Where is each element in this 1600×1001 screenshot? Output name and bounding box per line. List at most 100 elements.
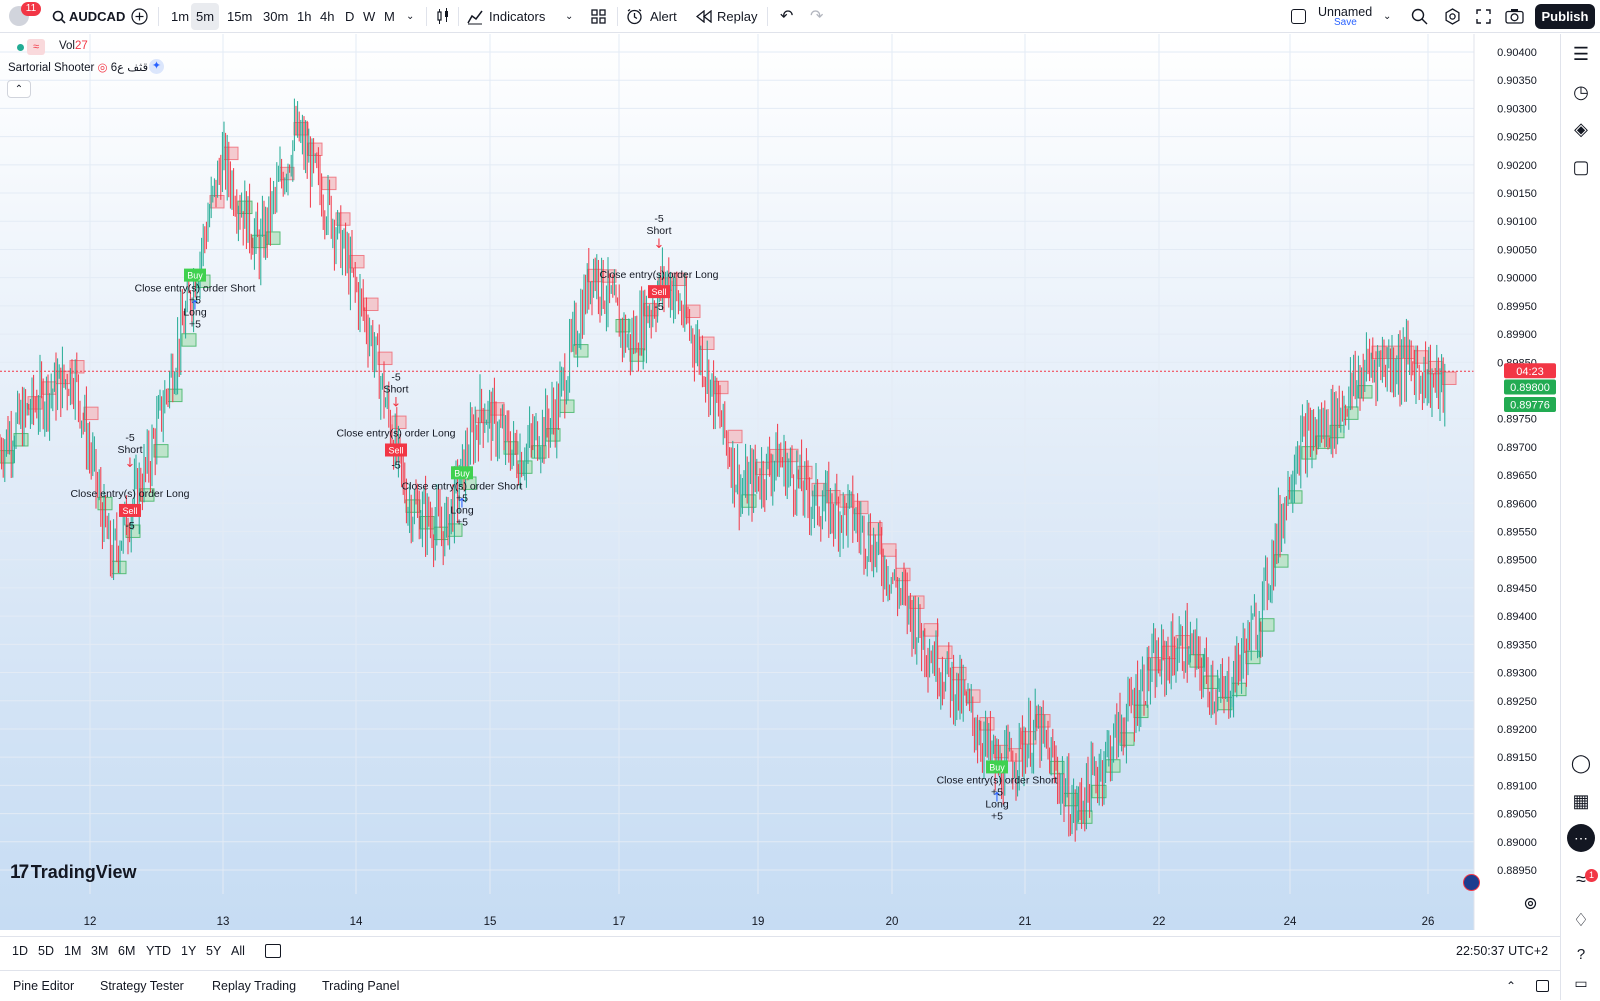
timeframe-chevron-down-icon[interactable]: ⌄: [406, 0, 414, 33]
layers-icon[interactable]: ◈: [1570, 118, 1592, 140]
price-tick-label: 0.89650: [1497, 470, 1537, 482]
price-tick-label: 0.89600: [1497, 498, 1537, 510]
timeframe-30m[interactable]: 30m: [258, 3, 293, 30]
close-order-label: Close entry(s) order Short: [402, 480, 523, 492]
timeframe-4h[interactable]: 4h: [315, 3, 339, 30]
stop-price-tag: 0.89776: [1510, 400, 1550, 412]
symbol-search[interactable]: AUDCAD: [69, 0, 125, 33]
time-tick-label: 13: [217, 916, 230, 928]
watchlist-icon[interactable]: ☰: [1570, 43, 1592, 65]
price-tick-label: 0.89050: [1497, 809, 1537, 821]
tradingview-brand: TradingView: [30, 862, 137, 882]
redo-icon[interactable]: ↷: [810, 0, 823, 33]
apps-grid-icon[interactable]: ⋯: [1567, 824, 1595, 852]
indicators-icon[interactable]: [467, 9, 483, 25]
range-3m[interactable]: 3M: [91, 937, 108, 965]
alert-clock-icon[interactable]: [626, 8, 643, 25]
performance-gauge-icon[interactable]: ◯: [1570, 752, 1592, 774]
long-band-step: [559, 399, 575, 413]
go-to-date-calendar-icon[interactable]: [265, 944, 281, 958]
tab-trading-panel[interactable]: Trading Panel: [322, 971, 399, 1001]
timeframe-1h[interactable]: 1h: [292, 3, 316, 30]
sidebar-toggle-icon[interactable]: ▭: [1570, 972, 1592, 994]
clock-timezone[interactable]: 22:50:37 UTC+2: [1456, 937, 1548, 965]
long-band-step: [545, 428, 561, 442]
indicators-button[interactable]: Indicators: [489, 0, 545, 33]
timeframe-15m[interactable]: 15m: [222, 3, 257, 30]
timeframe-5m[interactable]: 5m: [191, 3, 220, 30]
short-band-step: [727, 429, 743, 444]
close-order-label: Close entry(s) order Short: [135, 283, 256, 295]
timeframe-w[interactable]: W: [358, 3, 380, 30]
trade-qty-label: +5: [456, 516, 468, 528]
country-flag-icon[interactable]: [1463, 874, 1480, 891]
help-icon[interactable]: ?: [1570, 944, 1592, 966]
tab-replay-trading[interactable]: Replay Trading: [212, 971, 296, 1001]
arrow-down-icon: ↓: [391, 395, 402, 410]
range-1y[interactable]: 1Y: [181, 937, 196, 965]
axis-settings-gear-icon[interactable]: [1524, 897, 1537, 910]
replay-icon[interactable]: [696, 10, 712, 23]
top-toolbar: 11 AUDCAD 1m 5m 15m 30m 1h 4h D W M ⌄ In…: [0, 0, 1600, 33]
collapse-legend-chevron-up-icon[interactable]: ⌃: [7, 80, 31, 98]
replay-button[interactable]: Replay: [717, 0, 757, 33]
price-tick-label: 0.89950: [1497, 301, 1537, 313]
chart-pane[interactable]: Sell Close entry(s) order Long -5 Short ↓ -5 B…: [0, 34, 1560, 930]
alerts-clock-icon[interactable]: ◷: [1570, 81, 1592, 103]
countdown-tag: 04:23: [1516, 366, 1544, 378]
time-tick-label: 24: [1284, 916, 1297, 928]
quick-search-icon[interactable]: [1411, 8, 1428, 25]
notification-badge: 11: [21, 2, 41, 16]
tradingview-mark-icon: 17: [10, 862, 29, 883]
timeframe-1m[interactable]: 1m: [166, 3, 194, 30]
range-bar: 1D 5D 1M 3M 6M YTD 1Y 5Y All 22:50:37 UT…: [0, 936, 1560, 964]
calendar-icon[interactable]: ▦: [1570, 790, 1592, 812]
signal-label: Buy: [187, 271, 203, 281]
layout-checkbox-icon[interactable]: [1291, 9, 1306, 24]
price-tick-label: 0.90100: [1497, 216, 1537, 228]
range-5y[interactable]: 5Y: [206, 937, 221, 965]
range-1m[interactable]: 1M: [64, 937, 81, 965]
notifications-bell-icon[interactable]: ♢: [1570, 909, 1592, 931]
alert-button[interactable]: Alert: [650, 0, 677, 33]
layout-chevron-down-icon[interactable]: ⌄: [1383, 0, 1391, 33]
maximize-panel-icon[interactable]: [1536, 980, 1549, 992]
undo-icon[interactable]: ↶: [780, 0, 793, 33]
legend-wave-icon[interactable]: ≈: [27, 39, 45, 55]
range-ytd[interactable]: YTD: [146, 937, 171, 965]
layout-save-label[interactable]: Save: [1334, 17, 1357, 28]
chat-icon[interactable]: ▢: [1570, 156, 1592, 178]
trade-qty-label: +5: [189, 319, 201, 331]
strategy-params: 6قثف ع: [110, 62, 149, 74]
timeframe-m[interactable]: M: [379, 3, 400, 30]
price-tick-label: 0.89000: [1497, 837, 1537, 849]
price-tick-label: 0.89200: [1497, 724, 1537, 736]
timeframe-d[interactable]: D: [340, 3, 359, 30]
layouts-grid-icon[interactable]: [591, 9, 606, 24]
long-band-step: [1329, 424, 1345, 439]
strategy-star-icon[interactable]: ✦: [149, 59, 164, 74]
settings-gear-icon[interactable]: [1444, 8, 1461, 25]
fullscreen-icon[interactable]: [1476, 9, 1491, 24]
range-all[interactable]: All: [231, 937, 245, 965]
trade-qty-label: -5: [125, 520, 134, 532]
signal-label: Sell: [122, 506, 137, 516]
indicators-chevron-down-icon[interactable]: ⌄: [565, 0, 573, 33]
tab-strategy-tester[interactable]: Strategy Tester: [100, 971, 184, 1001]
price-chart[interactable]: SellClose entry(s) order Long-5Short↓-5B…: [0, 34, 1560, 930]
compare-add-icon[interactable]: [131, 8, 148, 25]
strategy-name[interactable]: Sartorial Shooter: [8, 62, 94, 74]
camera-icon[interactable]: [1505, 8, 1524, 24]
volume-label: Vol: [59, 40, 75, 52]
publish-button[interactable]: Publish: [1535, 4, 1595, 29]
range-6m[interactable]: 6M: [118, 937, 135, 965]
tab-pine-editor[interactable]: Pine Editor: [13, 971, 74, 1001]
tradingview-logo[interactable]: 17 TradingView: [10, 862, 136, 884]
candle-type-icon[interactable]: [436, 8, 450, 25]
bottom-panel-tabs: Pine Editor Strategy Tester Replay Tradi…: [0, 970, 1560, 1000]
range-5d[interactable]: 5D: [38, 937, 54, 965]
collapse-panel-chevron-up-icon[interactable]: ⌃: [1506, 971, 1516, 1001]
search-icon[interactable]: [52, 10, 66, 24]
range-1d[interactable]: 1D: [12, 937, 28, 965]
short-band-step: [881, 543, 897, 557]
